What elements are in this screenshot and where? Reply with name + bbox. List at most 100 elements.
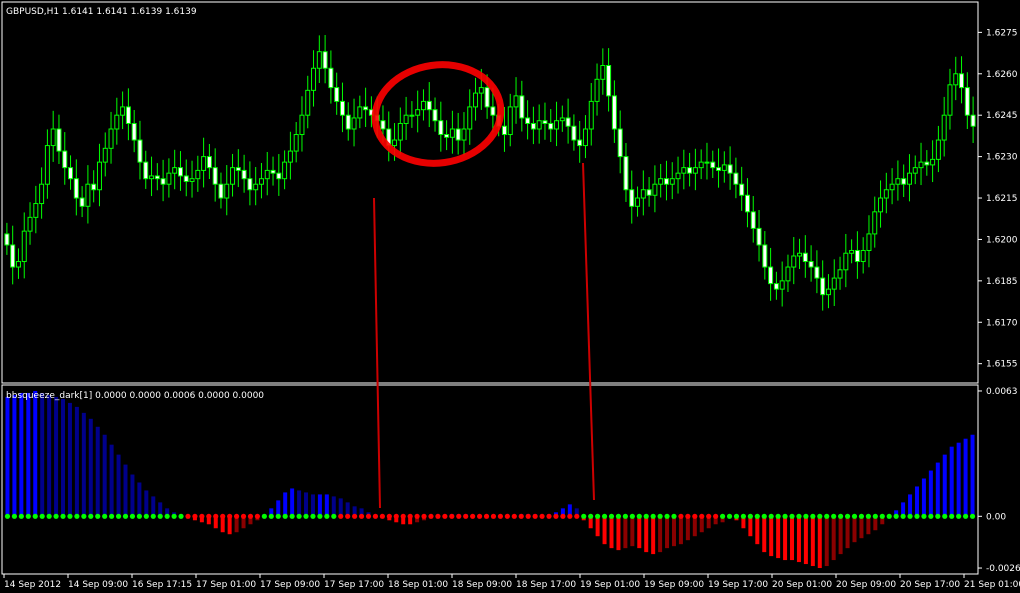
squeeze-dot [407,513,413,519]
histogram-bar [817,516,822,569]
candle-body [953,73,959,86]
squeeze-dot [275,513,281,519]
squeeze-dot [858,513,865,519]
candle-body [449,128,455,138]
candle-body [316,51,322,69]
squeeze-dot [282,513,288,519]
candle-body [692,167,698,174]
squeeze-dot [324,513,330,519]
candle-body [299,114,305,136]
histogram-bar [630,516,635,547]
squeeze-dot [109,513,115,519]
candle-body [444,134,450,138]
time-tick-label: 19 Sep 17:00 [708,580,768,590]
histogram-bar [227,516,232,535]
squeeze-dot [824,513,830,519]
squeeze-dot [435,513,441,519]
squeeze-dot [102,513,108,519]
candle-body [525,117,531,124]
price-y-tick-label: 1.6245 [986,111,1018,121]
time-tick-label: 18 Sep 17:00 [516,580,576,590]
candle-body [201,156,207,171]
candle-body [507,106,513,136]
squeeze-dot [956,513,962,519]
squeeze-dot [796,513,802,519]
candle-body [484,87,490,108]
candle-body [825,288,831,296]
squeeze-dot [352,513,358,519]
squeeze-dot [678,513,684,519]
histogram-bar [40,392,45,517]
price-pane-header: GBPUSD,H1 1.6141 1.6141 1.6139 1.6139 [6,7,197,17]
squeeze-dot [310,513,316,519]
candle-body [426,100,432,111]
candle-body [85,183,91,207]
price-y-tick-label: 1.6155 [986,360,1018,370]
histogram-bar [644,516,649,553]
candle-body [617,128,623,158]
candle-body [930,158,936,166]
candle-body [837,269,843,279]
candle-body [363,106,369,111]
squeeze-dot [53,513,59,519]
squeeze-dot [969,513,976,519]
candle-body [68,167,74,180]
candle-body [247,178,253,191]
squeeze-dot [713,513,719,519]
squeeze-dot [393,513,399,519]
squeeze-dot [115,513,122,519]
candle-body [91,183,97,191]
histogram-bar [831,516,836,561]
candle-body [906,172,912,185]
candle-body [50,128,56,147]
candle-body [779,280,785,290]
candle-body [889,183,895,191]
squeeze-dot [539,513,545,519]
candle-body [461,128,467,141]
candle-body [143,161,149,180]
candle-body [282,161,288,180]
candle-body [409,114,415,117]
squeeze-dot [699,513,705,519]
squeeze-dot [122,513,129,519]
candle-body [230,167,236,185]
candle-body [843,252,849,271]
squeeze-dot [171,513,177,519]
candle-body [559,117,565,122]
candle-body [293,134,299,152]
histogram-bar [623,516,628,549]
candle-body [79,197,85,207]
candle-body [866,233,872,251]
squeeze-dot [706,513,712,519]
candle-body [548,122,554,130]
squeeze-dot [345,513,351,519]
squeeze-dot [928,513,934,519]
candle-body [739,183,745,196]
candle-body [519,95,525,119]
candle-body [594,78,600,102]
candle-body [438,120,444,136]
price-y-tick-label: 1.6185 [986,277,1018,287]
histogram-bar [12,394,17,517]
candle-body [577,139,583,147]
histogram-bar [144,490,149,517]
candle-body [646,189,652,196]
histogram-bar [852,516,857,543]
candle-body [357,106,363,119]
squeeze-dot [817,513,823,519]
candle-body [802,252,808,263]
histogram-bar [151,496,156,517]
squeeze-dot [671,513,677,519]
candle-body [114,114,120,130]
candle-body [901,178,907,185]
candle-body [611,95,617,130]
squeeze-dot [838,513,844,519]
candle-body [177,167,183,177]
candle-body [287,150,293,163]
histogram-bar [324,494,329,517]
candle-body [687,167,693,174]
squeeze-dot [914,513,920,519]
candle-body [941,114,947,141]
candle-body [675,172,681,180]
candle-body [582,128,588,147]
